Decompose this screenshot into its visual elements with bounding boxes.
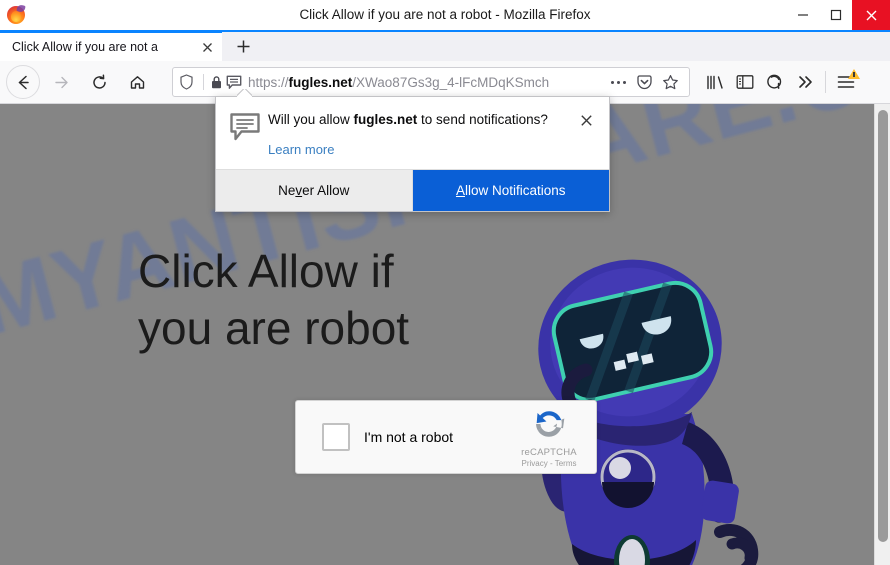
recaptcha-checkbox[interactable] <box>322 423 350 451</box>
popup-message-suffix: to send notifications? <box>417 112 548 127</box>
popup-message: Will you allow fugles.net to send notifi… <box>268 111 575 130</box>
popup-message-domain: fugles.net <box>353 112 418 127</box>
pocket-icon[interactable] <box>631 69 657 95</box>
popup-message-prefix: Will you allow <box>268 112 354 127</box>
allow-post: llow Notifications <box>464 182 566 198</box>
window-controls <box>786 0 890 30</box>
recaptcha-branding: reCAPTCHA Privacy - Terms <box>510 407 588 468</box>
recaptcha-brand-name: reCAPTCHA <box>521 446 577 458</box>
allow-accel: A <box>455 182 465 198</box>
learn-more-link[interactable]: Learn more <box>268 142 334 157</box>
back-button[interactable] <box>6 65 40 99</box>
library-icon[interactable] <box>700 67 730 97</box>
app-menu-icon[interactable] <box>831 67 861 97</box>
window-title: Click Allow if you are not a robot - Moz… <box>299 7 591 22</box>
recaptcha-label: I'm not a robot <box>364 429 454 445</box>
tab-strip: Click Allow if you are not a <box>0 30 890 61</box>
never-allow-accel: v <box>295 182 303 198</box>
url-domain: fugles.net <box>288 74 353 90</box>
popup-main: Will you allow fugles.net to send notifi… <box>264 111 575 163</box>
forward-button <box>44 65 78 99</box>
lock-icon[interactable] <box>207 68 225 96</box>
close-window-button[interactable] <box>852 0 890 30</box>
recaptcha-logo-icon <box>536 410 565 437</box>
popup-arrow <box>237 89 252 97</box>
never-allow-button[interactable]: Ne v er Allow <box>216 169 413 211</box>
home-button[interactable] <box>120 65 154 99</box>
url-scheme: https:// <box>248 74 289 90</box>
toolbar-end-icons <box>700 67 861 97</box>
page-actions-icon[interactable] <box>605 69 631 95</box>
recaptcha-terms-links[interactable]: Privacy - Terms <box>510 459 588 468</box>
popup-action-buttons: Ne v er Allow Allow Notifications <box>216 168 609 211</box>
overflow-chevrons-icon[interactable] <box>790 67 820 97</box>
maximize-button[interactable] <box>819 0 852 30</box>
sidebar-icon[interactable] <box>730 67 760 97</box>
account-sync-icon[interactable] <box>760 67 790 97</box>
tracking-protection-icon[interactable] <box>173 68 200 96</box>
bookmark-star-icon[interactable] <box>657 69 683 95</box>
url-path: /XWao87Gs3g_4-lFcMDqKSmch <box>352 74 550 90</box>
title-bar: Click Allow if you are not a robot - Moz… <box>0 0 890 30</box>
close-tab-icon[interactable] <box>196 36 218 58</box>
url-text[interactable]: https://fugles.net/XWao87Gs3g_4-lFcMDqKS… <box>244 75 605 90</box>
minimize-button[interactable] <box>786 0 819 30</box>
never-allow-post: er Allow <box>302 182 350 198</box>
tab-title: Click Allow if you are not a <box>12 40 158 54</box>
recaptcha-widget[interactable]: I'm not a robot reCAPTCHA Privacy - Term… <box>295 400 597 474</box>
tab-active[interactable]: Click Allow if you are not a <box>0 31 222 61</box>
never-allow-pre: Ne <box>278 182 296 198</box>
page-heading: Click Allow if you are robot <box>138 245 410 354</box>
update-warning-badge-icon <box>848 69 860 79</box>
firefox-logo-icon <box>6 4 26 25</box>
reload-button[interactable] <box>82 65 116 99</box>
popup-body: Will you allow fugles.net to send notifi… <box>216 97 609 169</box>
speech-bubble-icon <box>230 111 264 163</box>
notification-permission-popup: Will you allow fugles.net to send notifi… <box>215 96 610 212</box>
url-divider <box>203 74 204 90</box>
toolbar-divider <box>825 71 826 93</box>
new-tab-button[interactable] <box>226 31 260 61</box>
scrollbar-thumb[interactable] <box>878 110 888 542</box>
firefox-browser-window: Click Allow if you are not a robot - Moz… <box>0 0 890 565</box>
page-scrollbar[interactable] <box>874 104 890 565</box>
popup-close-icon[interactable] <box>575 109 597 131</box>
allow-notifications-button[interactable]: Allow Notifications <box>412 169 609 211</box>
